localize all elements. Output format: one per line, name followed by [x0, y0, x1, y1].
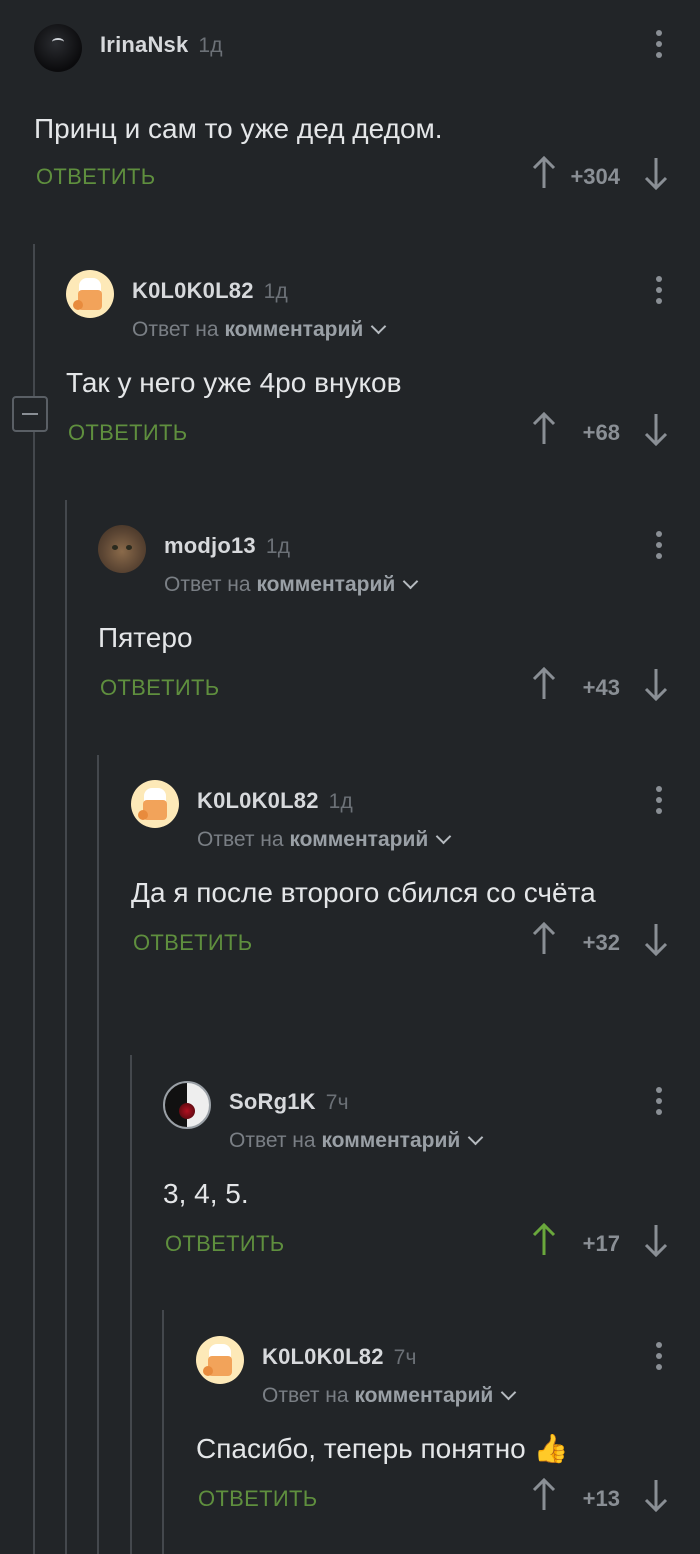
username[interactable]: K0L0K0L82 7ч	[262, 1344, 417, 1370]
comment-text: Пятеро	[98, 622, 193, 653]
reply-to-link[interactable]: Ответ на комментарий	[229, 1129, 484, 1153]
downvote-arrow-icon[interactable]	[644, 156, 668, 190]
comment-time: 1д	[198, 34, 223, 57]
user-avatar[interactable]	[163, 1081, 211, 1129]
comment-time: 7ч	[393, 1346, 417, 1369]
thread-line-2	[65, 500, 67, 1554]
comment-score: +304	[570, 164, 620, 189]
comment-score: +68	[582, 420, 620, 445]
username[interactable]: SoRg1K 7ч	[229, 1089, 349, 1115]
reply-to-link[interactable]: Ответ на комментарий	[164, 573, 419, 597]
comment-time: 1д	[328, 790, 353, 813]
thread-line-3	[97, 755, 99, 1554]
thread-line-4	[130, 1055, 132, 1554]
comment: SoRg1K 7ч Ответ на комментарий 3, 4, 5. О…	[163, 1081, 700, 1267]
downvote-arrow-icon[interactable]	[644, 1478, 668, 1512]
downvote-arrow-icon[interactable]	[644, 1223, 668, 1257]
reply-button[interactable]: ОТВЕТИТЬ	[36, 164, 155, 190]
comment-text: Да я после второго сбился со счёта	[131, 877, 596, 908]
more-options-icon[interactable]	[656, 786, 662, 816]
comment-score: +32	[582, 930, 620, 955]
comment-text: Спасибо, теперь понятно 👍	[196, 1433, 569, 1464]
thread-line-1	[33, 244, 35, 1554]
username[interactable]: modjo13 1д	[164, 533, 290, 559]
comment: K0L0K0L82 1д Ответ на комментарий Да я по…	[131, 780, 700, 966]
chevron-down-icon	[435, 828, 452, 845]
reply-button[interactable]: ОТВЕТИТЬ	[198, 1486, 317, 1512]
collapse-thread-button[interactable]	[12, 396, 48, 432]
downvote-arrow-icon[interactable]	[644, 667, 668, 701]
upvote-arrow-icon[interactable]	[532, 922, 556, 956]
comment-score: +43	[582, 675, 620, 700]
upvote-arrow-icon[interactable]	[532, 156, 556, 190]
user-avatar[interactable]	[34, 24, 82, 72]
upvote-arrow-icon[interactable]	[532, 667, 556, 701]
chevron-down-icon	[467, 1129, 484, 1146]
comment-time: 1д	[263, 280, 288, 303]
reply-to-link[interactable]: Ответ на комментарий	[197, 828, 452, 852]
comment: modjo13 1д Ответ на комментарий Пятеро ОТ…	[98, 525, 700, 711]
comment-time: 7ч	[325, 1091, 349, 1114]
username[interactable]: K0L0K0L82 1д	[197, 788, 353, 814]
reply-to-link[interactable]: Ответ на комментарий	[132, 318, 387, 342]
chevron-down-icon	[402, 573, 419, 590]
more-options-icon[interactable]	[656, 30, 662, 60]
username[interactable]: IrinaNsk 1д	[100, 32, 223, 58]
thread-line-5	[162, 1310, 164, 1554]
more-options-icon[interactable]	[656, 276, 662, 306]
comment-time: 1д	[265, 535, 291, 558]
user-avatar[interactable]	[98, 525, 146, 573]
more-options-icon[interactable]	[656, 531, 662, 561]
upvote-arrow-icon[interactable]	[532, 412, 556, 446]
comment-score: +17	[582, 1231, 620, 1256]
username[interactable]: K0L0K0L82 1д	[132, 278, 288, 304]
reply-button[interactable]: ОТВЕТИТЬ	[100, 675, 219, 701]
comment-score: +13	[582, 1486, 620, 1511]
reply-button[interactable]: ОТВЕТИТЬ	[165, 1231, 284, 1257]
comment: IrinaNsk 1д Принц и сам то уже дед дедом.…	[34, 24, 700, 200]
comment-text: 3, 4, 5.	[163, 1178, 249, 1209]
upvote-arrow-icon[interactable]	[532, 1478, 556, 1512]
more-options-icon[interactable]	[656, 1087, 662, 1117]
reply-to-link[interactable]: Ответ на комментарий	[262, 1384, 517, 1408]
more-options-icon[interactable]	[656, 1342, 662, 1372]
downvote-arrow-icon[interactable]	[644, 922, 668, 956]
comment-text: Принц и сам то уже дед дедом.	[34, 113, 443, 144]
reply-button[interactable]: ОТВЕТИТЬ	[133, 930, 252, 956]
comment-text: Так у него уже 4ро внуков	[66, 367, 402, 398]
reply-button[interactable]: ОТВЕТИТЬ	[68, 420, 187, 446]
comment: K0L0K0L82 7ч Ответ на комментарий Спасибо…	[196, 1336, 700, 1522]
comment: K0L0K0L82 1д Ответ на комментарий Так у н…	[66, 270, 700, 456]
user-avatar[interactable]	[66, 270, 114, 318]
chevron-down-icon	[500, 1384, 517, 1401]
user-avatar[interactable]	[196, 1336, 244, 1384]
upvote-arrow-icon[interactable]	[532, 1223, 556, 1257]
user-avatar[interactable]	[131, 780, 179, 828]
downvote-arrow-icon[interactable]	[644, 412, 668, 446]
chevron-down-icon	[370, 318, 387, 335]
